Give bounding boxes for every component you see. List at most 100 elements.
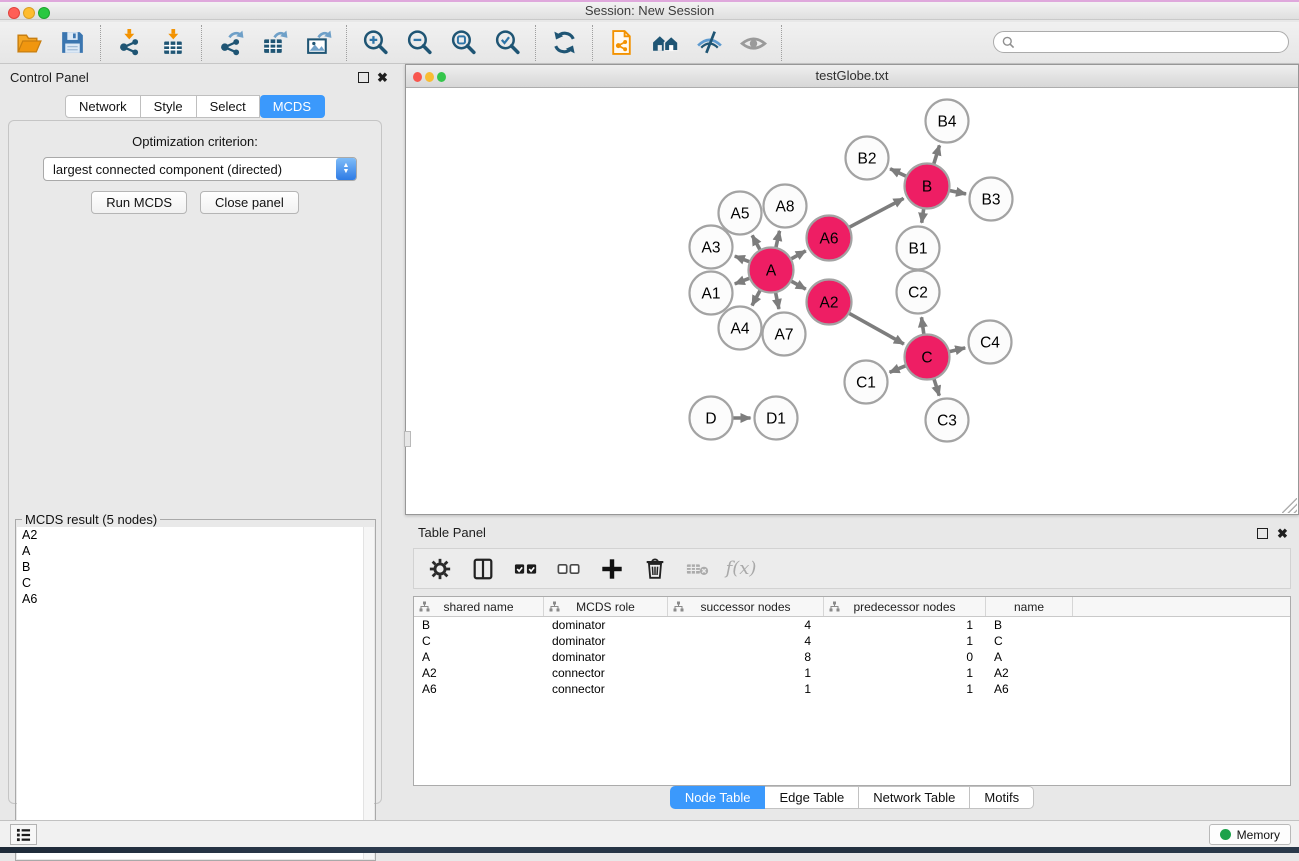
tab-network-table[interactable]: Network Table xyxy=(859,786,970,809)
graph-node-A2[interactable]: A2 xyxy=(807,280,852,325)
select-all-button[interactable] xyxy=(513,556,539,582)
save-session-button[interactable] xyxy=(56,27,88,59)
result-item[interactable]: A2 xyxy=(17,527,364,543)
graph-edge-C-C3[interactable] xyxy=(934,377,940,395)
add-row-button[interactable] xyxy=(599,556,625,582)
result-item[interactable]: B xyxy=(17,559,364,575)
open-session-button[interactable] xyxy=(12,27,44,59)
result-item[interactable]: A xyxy=(17,543,364,559)
zoom-out-button[interactable] xyxy=(403,27,435,59)
graph-node-C[interactable]: C xyxy=(905,335,950,380)
table-row[interactable]: Bdominator41B xyxy=(414,617,1290,633)
column-header-name[interactable]: name xyxy=(986,597,1073,616)
graph-edge-A2-C[interactable] xyxy=(848,313,904,345)
minimize-window-button[interactable] xyxy=(23,7,35,19)
graph-node-B[interactable]: B xyxy=(905,164,950,209)
graph-node-D[interactable]: D xyxy=(690,397,733,440)
table-panel-float-icon[interactable] xyxy=(1257,528,1268,539)
column-header-predecessor-nodes[interactable]: predecessor nodes xyxy=(824,597,986,616)
show-columns-button[interactable] xyxy=(470,556,496,582)
graph-edge-A-A5[interactable] xyxy=(752,235,761,251)
result-scrollbar[interactable] xyxy=(363,527,374,859)
graph-node-A5[interactable]: A5 xyxy=(719,192,762,235)
export-table-button[interactable] xyxy=(258,27,290,59)
graph-node-C4[interactable]: C4 xyxy=(969,321,1012,364)
criterion-select[interactable]: largest connected component (directed) ▲… xyxy=(43,157,357,181)
graph-edge-A-A2[interactable] xyxy=(790,280,806,289)
graph-edge-A-A1[interactable] xyxy=(735,278,751,284)
close-window-button[interactable] xyxy=(8,7,20,19)
network-file-button[interactable] xyxy=(605,27,637,59)
graph-edge-B-B2[interactable] xyxy=(890,169,907,177)
graph-edge-A-A7[interactable] xyxy=(775,291,779,309)
tab-network[interactable]: Network xyxy=(65,95,141,118)
column-header-MCDS-role[interactable]: MCDS role xyxy=(544,597,668,616)
tab-node-table[interactable]: Node Table xyxy=(670,786,766,809)
table-settings-button[interactable] xyxy=(427,556,453,582)
graph-edge-B-B4[interactable] xyxy=(933,145,939,165)
graph-node-B2[interactable]: B2 xyxy=(846,137,889,180)
graph-node-A3[interactable]: A3 xyxy=(690,226,733,269)
export-image-button[interactable] xyxy=(302,27,334,59)
function-builder-button[interactable]: f(x) xyxy=(728,556,754,582)
column-header-successor-nodes[interactable]: successor nodes xyxy=(668,597,824,616)
zoom-fit-button[interactable] xyxy=(447,27,479,59)
table-row[interactable]: A6connector11A6 xyxy=(414,681,1290,697)
graph-node-A8[interactable]: A8 xyxy=(764,185,807,228)
zoom-selected-button[interactable] xyxy=(491,27,523,59)
graph-edge-C-C4[interactable] xyxy=(948,348,965,352)
graph-node-C1[interactable]: C1 xyxy=(845,361,888,404)
splitter-handle[interactable] xyxy=(404,431,411,447)
export-network-button[interactable] xyxy=(214,27,246,59)
delete-table-button[interactable] xyxy=(685,556,711,582)
result-item[interactable]: A6 xyxy=(17,591,364,607)
memory-button[interactable]: Memory xyxy=(1209,824,1291,845)
resize-grip[interactable] xyxy=(1282,498,1297,513)
delete-row-button[interactable] xyxy=(642,556,668,582)
network-canvas[interactable]: B4B2BB3A5A8A6A3B1AA1C2A2A4A7C4CC1C3DD1 xyxy=(406,88,1298,514)
table-row[interactable]: Adominator80A xyxy=(414,649,1290,665)
graph-edge-A-A8[interactable] xyxy=(776,231,780,249)
control-panel-float-icon[interactable] xyxy=(358,72,369,83)
zoom-window-button[interactable] xyxy=(38,7,50,19)
graph-node-A[interactable]: A xyxy=(749,248,794,293)
graph-node-B3[interactable]: B3 xyxy=(970,178,1013,221)
table-row[interactable]: A2connector11A2 xyxy=(414,665,1290,681)
table-panel-close-icon[interactable]: ✖ xyxy=(1277,526,1288,541)
import-network-button[interactable] xyxy=(113,27,145,59)
zoom-in-button[interactable] xyxy=(359,27,391,59)
graph-edge-A-A6[interactable] xyxy=(790,251,806,260)
deselect-all-button[interactable] xyxy=(556,556,582,582)
graph-node-A6[interactable]: A6 xyxy=(807,216,852,261)
search-input[interactable] xyxy=(993,31,1289,53)
import-table-button[interactable] xyxy=(157,27,189,59)
table-row[interactable]: Cdominator41C xyxy=(414,633,1290,649)
tab-style[interactable]: Style xyxy=(141,95,197,118)
graph-edge-C-C1[interactable] xyxy=(890,365,908,372)
hide-eye-button[interactable] xyxy=(693,27,725,59)
result-item[interactable]: C xyxy=(17,575,364,591)
graph-edge-C-C2[interactable] xyxy=(921,317,924,335)
task-history-button[interactable] xyxy=(10,824,37,845)
graph-node-D1[interactable]: D1 xyxy=(755,397,798,440)
graph-edge-B-B1[interactable] xyxy=(922,207,924,222)
refresh-button[interactable] xyxy=(548,27,580,59)
tab-mcds[interactable]: MCDS xyxy=(260,95,325,118)
run-mcds-button[interactable]: Run MCDS xyxy=(91,191,187,214)
show-eye-button[interactable] xyxy=(737,27,769,59)
graph-edge-A-A3[interactable] xyxy=(735,256,751,262)
control-panel-close-icon[interactable]: ✖ xyxy=(377,70,388,85)
network-minimize-button[interactable] xyxy=(425,72,434,82)
home-view-button[interactable] xyxy=(649,27,681,59)
column-header-shared-name[interactable]: shared name xyxy=(414,597,544,616)
graph-node-C3[interactable]: C3 xyxy=(926,399,969,442)
graph-node-A1[interactable]: A1 xyxy=(690,272,733,315)
graph-node-A4[interactable]: A4 xyxy=(719,307,762,350)
network-zoom-button[interactable] xyxy=(437,72,446,82)
close-panel-button[interactable]: Close panel xyxy=(200,191,299,214)
graph-node-B4[interactable]: B4 xyxy=(926,100,969,143)
graph-node-A7[interactable]: A7 xyxy=(763,313,806,356)
network-close-button[interactable] xyxy=(413,72,422,82)
graph-edge-B-B3[interactable] xyxy=(948,190,966,194)
tab-motifs[interactable]: Motifs xyxy=(970,786,1034,809)
